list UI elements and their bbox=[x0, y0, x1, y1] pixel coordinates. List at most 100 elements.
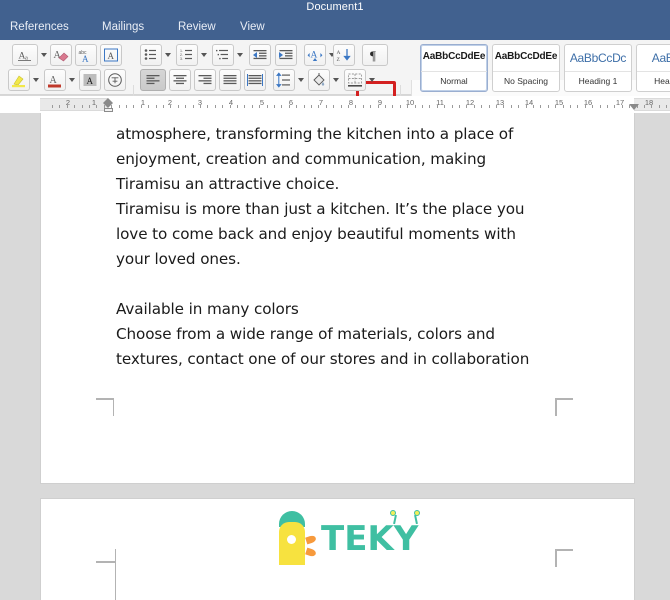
line-spacing-button[interactable] bbox=[273, 69, 295, 91]
text-highlight-color-button[interactable] bbox=[8, 69, 30, 91]
increase-indent-button[interactable] bbox=[275, 44, 297, 66]
style-sample-text: AaBbC bbox=[651, 51, 670, 65]
align-right-button[interactable] bbox=[194, 69, 216, 91]
ribbon-tab-view[interactable]: View bbox=[240, 21, 265, 33]
left-indent-marker[interactable] bbox=[104, 108, 113, 112]
distribute-button[interactable] bbox=[244, 69, 266, 91]
align-left-icon bbox=[143, 72, 163, 88]
ruler-tick bbox=[548, 105, 549, 108]
chevron-down-icon[interactable] bbox=[333, 78, 339, 82]
chevron-down-icon[interactable] bbox=[369, 78, 375, 82]
ruler-tick bbox=[540, 105, 541, 108]
style-card-no-spacing[interactable]: AaBbCcDdEe No Spacing bbox=[492, 44, 560, 92]
abc-a-icon: abc A bbox=[78, 47, 94, 63]
clear-formatting-button[interactable]: A bbox=[50, 44, 72, 66]
multilevel-list-icon bbox=[215, 47, 231, 63]
svg-text:A: A bbox=[50, 75, 58, 86]
bullets-button[interactable] bbox=[140, 44, 162, 66]
chevron-down-icon[interactable] bbox=[33, 78, 39, 82]
chevron-down-icon[interactable] bbox=[201, 53, 207, 57]
align-left-button[interactable] bbox=[140, 69, 166, 91]
style-card-normal[interactable]: AaBbCcDdEe Normal bbox=[420, 44, 488, 92]
chevron-down-icon[interactable] bbox=[298, 78, 304, 82]
text-direction-button[interactable]: A bbox=[304, 44, 326, 66]
ruler-tick bbox=[666, 105, 667, 108]
ruler-number: 8 bbox=[348, 98, 354, 107]
multilevel-list-button[interactable] bbox=[212, 44, 234, 66]
show-formatting-marks-button[interactable]: ¶ bbox=[362, 44, 388, 66]
numbering-button[interactable]: 1. 2. 3. bbox=[176, 44, 198, 66]
ruler-tick bbox=[170, 105, 171, 108]
change-case-button[interactable]: A a bbox=[12, 44, 38, 66]
ruler-tick bbox=[274, 105, 275, 108]
ruler-tick bbox=[592, 105, 593, 108]
ruler-tick bbox=[392, 105, 393, 108]
ruler-tick bbox=[452, 105, 453, 108]
document-line: love to come back and enjoy beautiful mo… bbox=[116, 225, 516, 243]
ruler-tick bbox=[429, 105, 430, 108]
ruler-tick bbox=[363, 105, 364, 108]
enclose-characters-button[interactable] bbox=[104, 69, 126, 91]
document-title: Document1 bbox=[306, 1, 364, 13]
ruler-tick bbox=[67, 105, 68, 108]
shading-button[interactable] bbox=[308, 69, 330, 91]
document-page-1[interactable]: atmosphere, transforming the kitchen int… bbox=[40, 113, 635, 484]
title-bar: Document1 bbox=[0, 0, 670, 18]
style-card-heading[interactable]: AaBbC Heading bbox=[636, 44, 670, 92]
document-line: Available in many colors bbox=[116, 300, 299, 318]
document-canvas[interactable]: atmosphere, transforming the kitchen int… bbox=[0, 113, 670, 600]
phonetic-guide-button[interactable]: abc A bbox=[75, 44, 97, 66]
antenna-dot-right bbox=[414, 510, 420, 516]
ruler-tick bbox=[89, 105, 90, 108]
ruler-tick bbox=[259, 105, 260, 108]
ruler-tick bbox=[563, 105, 564, 108]
ribbon-tab-mailings[interactable]: Mailings bbox=[102, 21, 144, 33]
svg-text:3.: 3. bbox=[180, 57, 183, 61]
align-center-button[interactable] bbox=[169, 69, 191, 91]
font-color-button[interactable]: A bbox=[44, 69, 66, 91]
ribbon-tab-review[interactable]: Review bbox=[178, 21, 216, 33]
teky-logo: TEKY bbox=[273, 509, 433, 574]
ruler-tick bbox=[96, 105, 97, 108]
chevron-down-icon[interactable] bbox=[165, 53, 171, 57]
distribute-icon bbox=[247, 72, 263, 88]
ruler-number: 7 bbox=[318, 98, 324, 107]
decrease-indent-button[interactable] bbox=[249, 44, 271, 66]
ruler-tick bbox=[555, 105, 556, 108]
svg-text:Z: Z bbox=[337, 57, 341, 63]
ruler-tick bbox=[148, 105, 149, 108]
a-eraser-icon: A bbox=[53, 47, 69, 63]
ruler-tick bbox=[178, 105, 179, 108]
character-border-button[interactable]: A bbox=[100, 44, 122, 66]
horizontal-ruler[interactable]: 2 1 1 2 3 4 5 6 7 8 9 10 11 12 13 14 15 16 17 18 bbox=[0, 96, 670, 113]
document-page-2[interactable]: TEKY bbox=[40, 498, 635, 600]
ruler-tick bbox=[577, 105, 578, 108]
chevron-down-icon[interactable] bbox=[41, 53, 47, 57]
ribbon-tab-references[interactable]: References bbox=[10, 21, 69, 33]
ruler-tick bbox=[326, 105, 327, 108]
page-1-body-text[interactable]: atmosphere, transforming the kitchen int… bbox=[116, 122, 529, 372]
svg-text:A: A bbox=[87, 76, 94, 86]
right-indent-marker[interactable] bbox=[629, 104, 639, 110]
chevron-down-icon[interactable] bbox=[69, 78, 75, 82]
borders-grid-icon bbox=[347, 72, 363, 88]
sort-button[interactable]: A Z bbox=[333, 44, 355, 66]
style-name-label: Normal bbox=[421, 71, 487, 86]
crop-mark-top-left bbox=[96, 549, 118, 600]
ruler-tick bbox=[318, 105, 319, 108]
chevron-down-icon[interactable] bbox=[237, 53, 243, 57]
ruler-tick bbox=[244, 105, 245, 108]
ruler-tick bbox=[163, 105, 164, 108]
svg-text:A: A bbox=[311, 51, 318, 61]
borders-button[interactable] bbox=[344, 69, 366, 91]
ruler-tick bbox=[267, 105, 268, 108]
style-card-heading-1[interactable]: AaBbCcDc Heading 1 bbox=[564, 44, 632, 92]
ruler-tick bbox=[59, 105, 60, 108]
ruler-tick bbox=[126, 105, 127, 108]
paint-bucket-icon bbox=[311, 72, 327, 88]
character-shading-button[interactable]: A bbox=[79, 69, 101, 91]
ruler-tick bbox=[296, 105, 297, 108]
pilcrow-icon: ¶ bbox=[365, 47, 385, 63]
justify-button[interactable] bbox=[219, 69, 241, 91]
